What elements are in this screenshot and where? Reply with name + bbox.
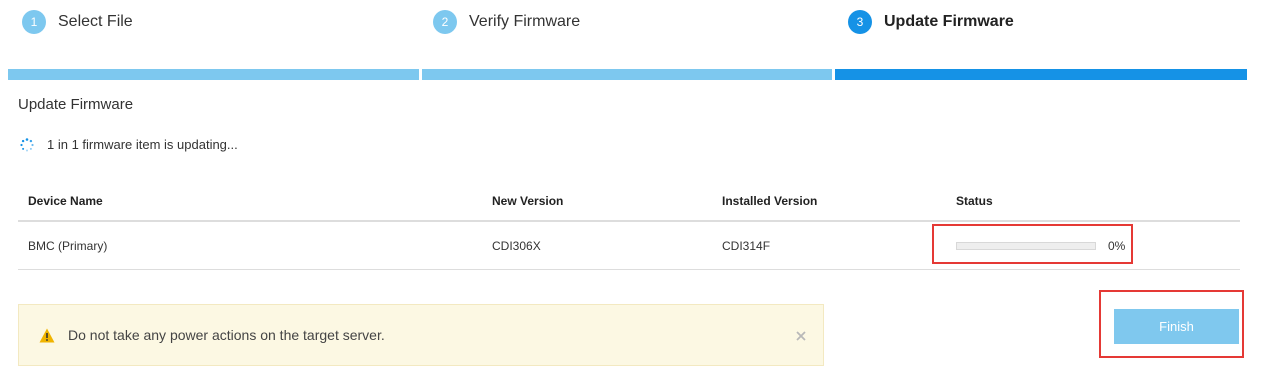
- update-progress-percent: 0%: [1108, 238, 1126, 253]
- step-verify-firmware: 2 Verify Firmware: [433, 6, 580, 38]
- column-header-installed-version: Installed Version: [722, 194, 818, 208]
- step-number-badge: 2: [433, 10, 457, 34]
- status-cell: 0%: [956, 222, 1125, 269]
- step-label: Verify Firmware: [469, 13, 581, 30]
- update-progress-bar: [956, 241, 1096, 250]
- step-number-badge: 1: [22, 10, 46, 34]
- warning-triangle-icon: [39, 328, 55, 343]
- installed-version-cell: CDI314F: [722, 238, 771, 253]
- step-update-firmware: 3 Update Firmware: [848, 6, 1014, 38]
- step-select-file: 1 Select File: [22, 6, 133, 38]
- section-title: Update Firmware: [18, 96, 134, 113]
- step-progress-segment-2: [422, 69, 832, 80]
- loading-spinner-icon: [20, 137, 34, 152]
- device-name-cell: BMC (Primary): [28, 238, 108, 253]
- column-header-new-version: New Version: [492, 194, 564, 208]
- step-label: Update Firmware: [884, 13, 1014, 30]
- table-header: Device Name New Version Installed Versio…: [18, 182, 1240, 222]
- step-progress-segment-3: [835, 69, 1247, 80]
- column-header-status: Status: [956, 194, 993, 208]
- step-label: Select File: [58, 13, 133, 30]
- step-progress-segment-1: [8, 69, 419, 80]
- warning-alert: Do not take any power actions on the tar…: [18, 304, 824, 366]
- progress-message-text: 1 in 1 firmware item is updating...: [47, 137, 238, 152]
- update-progress-message: 1 in 1 firmware item is updating...: [20, 137, 238, 152]
- close-icon[interactable]: [795, 329, 807, 341]
- column-header-device-name: Device Name: [28, 194, 103, 208]
- new-version-cell: CDI306X: [492, 238, 541, 253]
- table-row: BMC (Primary) CDI306X CDI314F 0%: [18, 222, 1240, 270]
- warning-text: Do not take any power actions on the tar…: [68, 327, 385, 343]
- finish-button[interactable]: Finish: [1114, 309, 1239, 344]
- step-number-badge: 3: [848, 10, 872, 34]
